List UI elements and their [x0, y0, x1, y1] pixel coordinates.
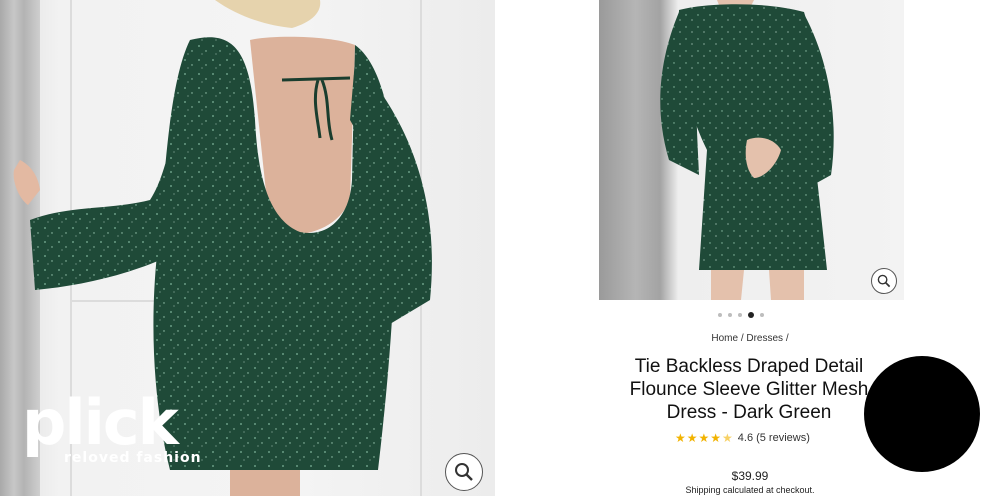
star-rating-icons: ★★★★★: [675, 431, 734, 445]
carousel-dot[interactable]: [738, 313, 742, 317]
carousel-dot-active[interactable]: [748, 312, 754, 318]
product-title-line: Tie Backless Draped Detail: [634, 356, 864, 377]
product-title-line: Dress - Dark Green: [666, 402, 832, 423]
black-circle-overlay: [864, 356, 980, 472]
carousel-dot[interactable]: [718, 313, 722, 317]
thumbnail-zoom-button[interactable]: [871, 268, 897, 294]
carousel-dots: [718, 312, 764, 318]
product-title: Tie Backless Draped Detail Flounce Sleev…: [604, 355, 894, 424]
magnifier-icon: [877, 274, 891, 288]
shipping-note: Shipping calculated at checkout.: [685, 485, 815, 495]
dress-front-view-illustration: [660, 0, 834, 300]
plick-logo: plick reloved fashion: [22, 386, 202, 467]
product-title-line: Flounce Sleeve Glitter Mesh: [629, 379, 869, 400]
product-rating[interactable]: ★★★★★ 4.6 (5 reviews): [675, 431, 810, 445]
carousel-dot[interactable]: [760, 313, 764, 317]
review-count[interactable]: (5 reviews): [756, 432, 810, 444]
magnifier-icon: [455, 463, 473, 481]
main-product-photo[interactable]: plick reloved fashion: [0, 0, 495, 496]
zoom-button[interactable]: [445, 453, 483, 491]
logo-tagline: reloved fashion: [64, 450, 202, 466]
product-price: $39.99: [731, 469, 769, 483]
logo-wordmark: plick: [22, 386, 179, 459]
rating-value: 4.6: [737, 432, 754, 444]
product-thumbnail-photo[interactable]: [599, 0, 904, 300]
breadcrumb[interactable]: Home / Dresses /: [600, 333, 900, 344]
carousel-dot[interactable]: [728, 313, 732, 317]
